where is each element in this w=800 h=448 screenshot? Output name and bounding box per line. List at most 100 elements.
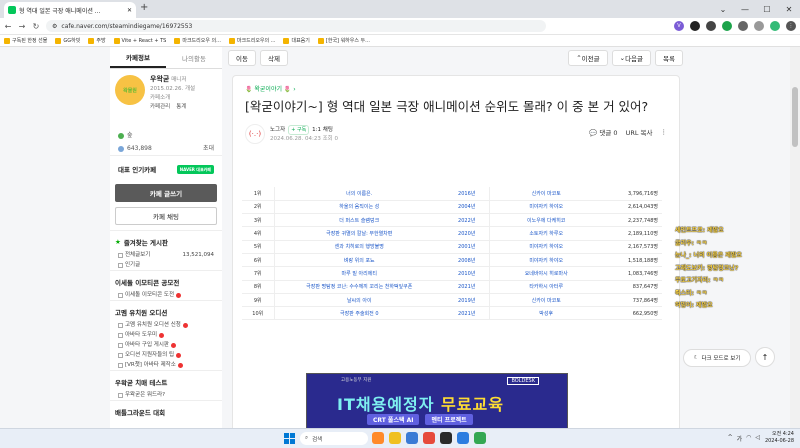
cafe-chat-button[interactable]: 카페 채팅 bbox=[115, 207, 217, 225]
app-icon[interactable] bbox=[440, 432, 452, 444]
bookmark-item[interactable]: 마크드리오우의 ... bbox=[228, 37, 275, 44]
ranking-cell-title[interactable]: 극장판 주술회전 0 bbox=[274, 306, 444, 321]
cafe-owner-name[interactable]: 우왁굳 bbox=[150, 75, 169, 83]
board-item[interactable]: 고멤 유치원 오디션 신청 bbox=[110, 320, 222, 330]
bookmarks-bar: 구독된 한정 선물 GG하빗 주방 Vite + React + TS 마크드리… bbox=[0, 35, 800, 47]
close-tab-icon[interactable]: ✕ bbox=[127, 7, 132, 14]
reload-icon[interactable]: ↻ bbox=[32, 22, 40, 31]
url-field[interactable]: ⚙ cafe.naver.com/steamindiegame/16972553 bbox=[46, 20, 546, 32]
ranking-cell-title[interactable]: 센과 치히로의 행방불명 bbox=[274, 240, 444, 254]
section-header[interactable]: 고멤 유치원 오디션 bbox=[110, 300, 222, 320]
tab-cafe-info[interactable]: 카페정보 bbox=[110, 47, 166, 68]
chrome-icon[interactable] bbox=[474, 432, 486, 444]
minimize-icon[interactable]: — bbox=[734, 0, 756, 18]
board-item[interactable]: 이세돌 이모티콘 도전 bbox=[110, 290, 222, 300]
board-item[interactable]: 아바타 도우미 bbox=[110, 330, 222, 340]
section-header[interactable]: 우왁굳 치매 테스트 bbox=[110, 370, 222, 390]
bookmark-item[interactable]: 대표음기 bbox=[283, 37, 310, 44]
delete-button[interactable]: 삭제 bbox=[259, 50, 288, 66]
network-icon[interactable]: ◠ bbox=[746, 434, 751, 443]
ranking-cell-title[interactable]: 너의 이름은. bbox=[274, 187, 444, 201]
profile-avatar[interactable] bbox=[770, 21, 780, 31]
more-options-icon[interactable]: ⋮ bbox=[661, 128, 668, 136]
downloads-icon[interactable] bbox=[754, 21, 764, 31]
windows-start-icon[interactable] bbox=[284, 433, 295, 444]
taskbar-clock[interactable]: 오전 4:24 2024-06-28 bbox=[765, 431, 794, 445]
ranking-cell-title[interactable]: 마루 밑 아리에티 bbox=[274, 266, 444, 281]
ranking-cell-title[interactable]: 극장판 명탐정 코난: 수수께끼 꼬리는 천하떡잎쿠폰 bbox=[274, 280, 444, 294]
file-explorer-icon[interactable] bbox=[389, 432, 401, 444]
scroll-top-button[interactable]: ↑ bbox=[755, 347, 775, 367]
follow-button[interactable]: + 구독 bbox=[288, 125, 310, 135]
stats-link[interactable]: 통계 bbox=[176, 103, 186, 112]
comment-link[interactable]: 💬 댓글 0 bbox=[589, 127, 617, 137]
board-item[interactable]: 인기글 bbox=[110, 260, 222, 270]
ranking-cell-title[interactable]: 더 퍼스트 슬램덩크 bbox=[274, 213, 444, 228]
app-icon[interactable] bbox=[423, 432, 435, 444]
bookmark-item[interactable]: 주방 bbox=[88, 37, 106, 44]
cafe-profile: 왁물원 우왁굳 매니저 2015.02.26. 개설 카페소개 카페관리 통계 bbox=[110, 69, 222, 129]
move-button[interactable]: 이동 bbox=[228, 50, 256, 66]
bookmark-item[interactable]: GG하빗 bbox=[55, 37, 80, 44]
extensions-puzzle-icon[interactable] bbox=[738, 21, 748, 31]
close-window-icon[interactable]: ✕ bbox=[778, 0, 800, 18]
browser-tab-active[interactable]: 형 역대 일본 극장 애니메이션 ... ✕ bbox=[4, 2, 136, 18]
app-icon[interactable] bbox=[406, 432, 418, 444]
bookmark-item[interactable]: Vite + React + TS bbox=[113, 37, 166, 44]
write-post-button[interactable]: 카페 글쓰기 bbox=[115, 184, 217, 202]
site-info-icon[interactable]: ⚙ bbox=[52, 23, 57, 30]
copy-url-button[interactable]: URL 복사 bbox=[626, 127, 653, 137]
new-tab-button[interactable]: + bbox=[140, 2, 148, 13]
page-scrollbar[interactable] bbox=[790, 47, 800, 428]
cafe-manage-link[interactable]: 카페관리 bbox=[150, 103, 170, 112]
board-item[interactable]: 오디션 지원자들의 팁 bbox=[110, 350, 222, 360]
prev-post-button[interactable]: ⌃ 이전글 bbox=[568, 50, 608, 66]
app-icon[interactable] bbox=[372, 432, 384, 444]
tab-search-icon[interactable]: ⌄ bbox=[712, 0, 734, 18]
board-item[interactable]: 전체글보기 13,521,094 bbox=[110, 250, 222, 260]
extension-green-icon[interactable] bbox=[722, 21, 732, 31]
volume-icon[interactable]: ◁ bbox=[755, 434, 760, 443]
extension-v-icon[interactable]: V bbox=[674, 21, 684, 31]
bookmark-item[interactable]: 마크드리오우 의... bbox=[174, 37, 221, 44]
next-post-button[interactable]: ⌄ 다음글 bbox=[611, 50, 652, 66]
ranking-row: 5위 센과 치히로의 행방불명 2001년 미야자키 하야오 2,167,573명 bbox=[242, 240, 662, 254]
extension-dark-icon[interactable] bbox=[690, 21, 700, 31]
bookmark-item[interactable]: 구독된 한정 선물 bbox=[4, 37, 47, 44]
ranking-cell-title[interactable]: 하울의 움직이는 성 bbox=[274, 200, 444, 215]
board-item[interactable]: 아바타 구입 게시판 bbox=[110, 340, 222, 350]
ranking-cell-year: 2008년 bbox=[444, 253, 490, 268]
banner-pill: 멘티 프로젝트 bbox=[425, 414, 473, 425]
board-item[interactable]: 우왁굳은 뭐드라? bbox=[110, 390, 222, 400]
invite-link[interactable]: 초대 bbox=[203, 144, 214, 153]
ad-banner[interactable]: 고용노동부 지원 BOLDESK IT채용예정자 무료교육 CRT 풀스택 AI… bbox=[306, 373, 568, 428]
tray-expand-icon[interactable]: ^ bbox=[728, 434, 733, 443]
ranking-cell-title[interactable]: 날씨의 아이 bbox=[274, 293, 444, 308]
forward-icon[interactable]: → bbox=[18, 22, 26, 31]
cafe-intro-link[interactable]: 카페소개 bbox=[150, 94, 195, 103]
ranking-cell-title[interactable]: 극장판 귀멸의 칼날: 무한열차편 bbox=[274, 226, 444, 241]
author-name[interactable]: 노그자 bbox=[270, 126, 285, 134]
ranking-cell-title[interactable]: 벼랑 위의 포뇨 bbox=[274, 253, 444, 268]
menu-kebab-icon[interactable]: ⋮ bbox=[786, 21, 796, 31]
cafe-avatar[interactable]: 왁물원 bbox=[115, 75, 145, 105]
tab-my-activity[interactable]: 나의활동 bbox=[166, 47, 222, 68]
taskbar-search[interactable]: ⌕ 검색 bbox=[300, 432, 368, 445]
section-header[interactable]: 배틀그라운드 대회 bbox=[110, 400, 222, 420]
section-header[interactable]: 이세돌 이모티콘 공모전 bbox=[110, 270, 222, 290]
author-avatar[interactable]: (·.·) bbox=[245, 124, 265, 144]
bookmark-item[interactable]: [한국] 워하우스 두... bbox=[317, 37, 370, 44]
dark-mode-button[interactable]: ☾ 다크 모드로 보기 bbox=[683, 349, 751, 367]
back-icon[interactable]: ← bbox=[4, 22, 12, 31]
board-item[interactable]: [VR챗] 아바타 제작소 bbox=[110, 360, 222, 370]
article-category[interactable]: 🌷 왁굳이야기 🌷 › bbox=[245, 84, 667, 93]
app-icon[interactable] bbox=[457, 432, 469, 444]
favorite-boards-header[interactable]: ★ 즐겨찾는 게시판 bbox=[110, 230, 222, 250]
one-on-one-chat-link[interactable]: 1:1 채팅 bbox=[312, 126, 333, 134]
maximize-icon[interactable]: ☐ bbox=[756, 0, 778, 18]
list-button[interactable]: 목록 bbox=[655, 50, 683, 66]
ranking-cell-director: 요네바야시 히로마사 bbox=[489, 266, 602, 281]
scrollbar-thumb[interactable] bbox=[792, 87, 798, 147]
language-icon[interactable]: 가 bbox=[737, 434, 743, 443]
extension-icon[interactable] bbox=[706, 21, 716, 31]
